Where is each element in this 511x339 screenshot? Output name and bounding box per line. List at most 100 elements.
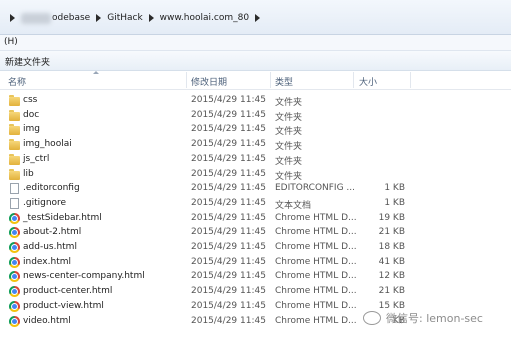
file-row[interactable]: .gitignore 2015/4/29 11:45 文本文档 1 KB <box>0 197 511 211</box>
watermark: 微信号: lemon-sec <box>363 308 483 328</box>
file-row[interactable]: add-us.html 2015/4/29 11:45 Chrome HTML … <box>0 241 511 255</box>
file-date: 2015/4/29 11:45 <box>191 168 266 179</box>
file-row[interactable]: _testSidebar.html 2015/4/29 11:45 Chrome… <box>0 212 511 226</box>
file-row[interactable]: .editorconfig 2015/4/29 11:45 EDITORCONF… <box>0 182 511 196</box>
address-bar[interactable]: odebase GitHack www.hoolai.com_80 <box>0 0 511 35</box>
breadcrumb-item-site[interactable]: www.hoolai.com_80 <box>160 13 249 23</box>
folder-icon <box>9 139 20 151</box>
chrome-icon <box>9 227 20 239</box>
watermark-text: 微信号: lemon-sec <box>386 312 483 325</box>
chrome-icon <box>9 271 20 283</box>
blurred-path-segment <box>21 12 51 24</box>
file-type: Chrome HTML D... <box>275 227 357 238</box>
file-size: 21 KB <box>378 227 405 238</box>
file-size: 19 KB <box>378 212 405 223</box>
sort-up-icon <box>93 71 99 74</box>
file-row[interactable]: news-center-company.html 2015/4/29 11:45… <box>0 270 511 284</box>
column-divider[interactable] <box>270 72 271 88</box>
file-size: 18 KB <box>378 242 405 252</box>
file-name: lib <box>23 168 34 179</box>
menu-bar: (H) <box>0 35 511 51</box>
file-size: 21 KB <box>378 286 405 297</box>
file-type: 文件夹 <box>275 142 303 153</box>
file-name: _testSidebar.html <box>23 212 102 223</box>
file-name: js_ctrl <box>23 153 50 164</box>
breadcrumb-arrow-icon[interactable] <box>96 14 102 22</box>
chrome-icon <box>9 212 20 224</box>
file-row[interactable]: about-2.html 2015/4/29 11:45 Chrome HTML… <box>0 226 511 240</box>
file-size: 41 KB <box>378 256 405 267</box>
file-name: product-center.html <box>23 286 113 297</box>
file-row[interactable]: img_hoolai 2015/4/29 11:45 文件夹 <box>0 138 511 152</box>
chrome-icon <box>9 286 20 298</box>
folder-icon <box>9 124 20 136</box>
file-type: Chrome HTML D... <box>275 212 357 223</box>
chrome-icon <box>9 300 20 312</box>
file-size: 1 KB <box>384 197 405 208</box>
file-row[interactable]: img 2015/4/29 11:45 文件夹 <box>0 123 511 137</box>
file-date: 2015/4/29 11:45 <box>191 300 266 311</box>
file-row[interactable]: lib 2015/4/29 11:45 文件夹 <box>0 168 511 182</box>
folder-icon <box>9 95 20 106</box>
chrome-icon <box>9 315 20 327</box>
file-row[interactable]: css 2015/4/29 11:45 文件夹 <box>0 94 511 108</box>
file-date: 2015/4/29 11:45 <box>191 124 266 135</box>
file-type: 文件夹 <box>275 156 303 167</box>
file-name: product-view.html <box>23 300 104 311</box>
file-size: 1 KB <box>384 183 405 194</box>
file-type: Chrome HTML D... <box>275 256 357 267</box>
chrome-icon <box>9 256 20 268</box>
file-date: 2015/4/29 11:45 <box>191 212 266 223</box>
file-date: 2015/4/29 11:45 <box>191 109 266 120</box>
column-type[interactable]: 类型 <box>275 75 293 88</box>
file-row[interactable]: js_ctrl 2015/4/29 11:45 文件夹 <box>0 153 511 167</box>
file-name: index.html <box>23 256 71 267</box>
file-date: 2015/4/29 11:45 <box>191 139 266 150</box>
file-name: .gitignore <box>23 197 67 208</box>
new-folder-button[interactable]: 新建文件夹 <box>5 55 50 68</box>
file-row[interactable]: index.html 2015/4/29 11:45 Chrome HTML D… <box>0 256 511 270</box>
column-size[interactable]: 大小 <box>359 75 377 88</box>
file-row[interactable]: product-center.html 2015/4/29 11:45 Chro… <box>0 285 511 299</box>
column-date[interactable]: 修改日期 <box>191 75 227 88</box>
file-date: 2015/4/29 11:45 <box>191 197 266 208</box>
breadcrumb-arrow-icon[interactable] <box>148 14 154 22</box>
column-name[interactable]: 名称 <box>8 75 26 88</box>
file-type: Chrome HTML D... <box>275 242 357 252</box>
file-date: 2015/4/29 11:45 <box>191 183 266 194</box>
file-name: add-us.html <box>23 242 77 252</box>
file-type: Chrome HTML D... <box>275 271 357 282</box>
file-type: 文件夹 <box>275 171 303 182</box>
folder-icon <box>9 109 20 121</box>
file-date: 2015/4/29 11:45 <box>191 271 266 282</box>
folder-icon <box>9 168 20 180</box>
file-name: img <box>23 124 40 135</box>
file-name: doc <box>23 109 40 120</box>
column-divider[interactable] <box>353 72 354 88</box>
file-name: .editorconfig <box>23 183 80 194</box>
breadcrumb-item-codebase[interactable]: odebase <box>52 13 90 23</box>
toolbar: 新建文件夹 <box>0 51 511 71</box>
file-type: EDITORCONFIG ... <box>275 183 356 194</box>
file-icon <box>10 197 19 209</box>
file-name: news-center-company.html <box>23 271 145 282</box>
file-date: 2015/4/29 11:45 <box>191 315 266 326</box>
file-name: video.html <box>23 315 71 326</box>
file-name: img_hoolai <box>23 139 72 150</box>
breadcrumb-arrow-icon[interactable] <box>10 14 15 22</box>
column-divider[interactable] <box>410 72 411 88</box>
breadcrumb[interactable]: odebase GitHack www.hoolai.com_80 <box>4 8 266 28</box>
breadcrumb-arrow-icon[interactable] <box>255 14 261 22</box>
file-date: 2015/4/29 11:45 <box>191 256 266 267</box>
file-date: 2015/4/29 11:45 <box>191 95 266 105</box>
menu-help[interactable]: (H) <box>4 37 18 47</box>
file-name: css <box>23 95 38 105</box>
chrome-icon <box>9 242 20 253</box>
file-date: 2015/4/29 11:45 <box>191 153 266 164</box>
file-type: Chrome HTML D... <box>275 300 357 311</box>
file-type: 文本文档 <box>275 200 312 211</box>
column-divider[interactable] <box>186 72 187 88</box>
file-row[interactable]: doc 2015/4/29 11:45 文件夹 <box>0 109 511 123</box>
wechat-icon <box>363 311 381 325</box>
breadcrumb-item-githack[interactable]: GitHack <box>107 13 142 23</box>
